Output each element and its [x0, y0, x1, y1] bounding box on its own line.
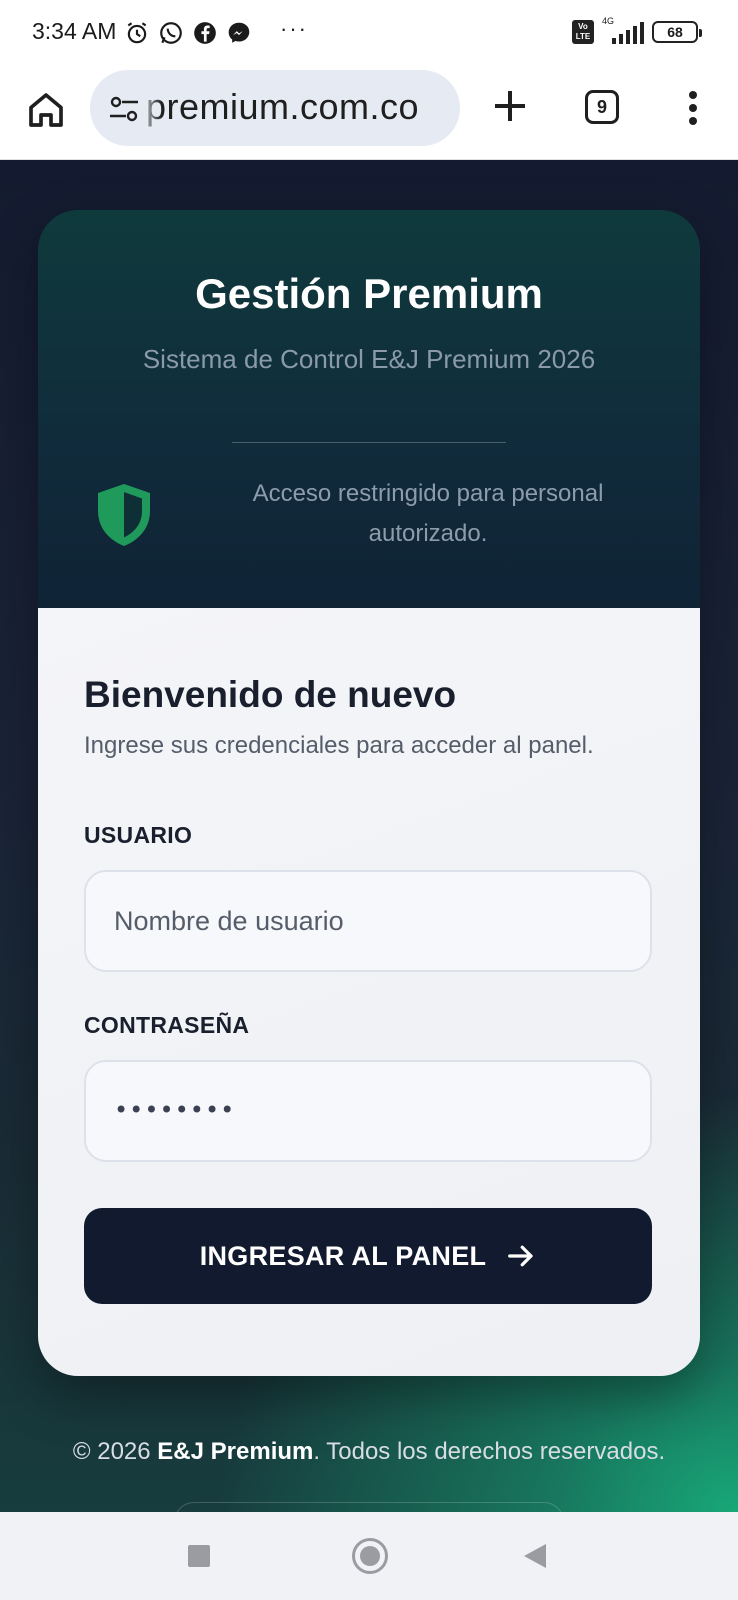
- alarm-icon: [127, 22, 147, 44]
- volte-icon: Vo LTE: [572, 20, 594, 44]
- footer-suffix: . Todos los derechos reservados.: [313, 1438, 666, 1465]
- password-input[interactable]: ••••••••: [84, 1060, 652, 1162]
- footer-brand: E&J Premium: [157, 1438, 314, 1465]
- network-type: 4G: [602, 16, 615, 26]
- login-form: Bienvenido de nuevo Ingrese sus credenci…: [38, 608, 700, 1376]
- more-vert-icon[interactable]: [678, 88, 708, 128]
- more-notifications-icon: ···: [280, 16, 308, 41]
- tabs-icon[interactable]: 9: [585, 90, 619, 124]
- divider: [232, 442, 506, 443]
- back-icon[interactable]: [524, 1544, 546, 1568]
- brand-header: Gestión Premium Sistema de Control E&J P…: [38, 210, 700, 608]
- login-button-label: INGRESAR AL PANEL: [199, 1240, 487, 1271]
- notification-icons: ···: [124, 16, 308, 46]
- messenger-icon: [228, 22, 250, 43]
- brand-title: Gestión Premium: [195, 270, 543, 317]
- whatsapp-icon: [160, 22, 182, 44]
- home-icon[interactable]: [26, 90, 66, 130]
- tab-count: 9: [596, 97, 607, 117]
- address-bar[interactable]: premium.com.co: [90, 70, 460, 146]
- username-input[interactable]: [86, 872, 650, 970]
- status-time: 3:34 AM: [32, 18, 117, 44]
- url-text[interactable]: premium.com.co: [146, 86, 419, 128]
- username-field-wrapper: [84, 870, 652, 972]
- facebook-icon: [194, 22, 216, 44]
- brand-subtitle: Sistema de Control E&J Premium 2026: [142, 344, 596, 374]
- welcome-subheading: Ingrese sus credenciales para acceder al…: [84, 732, 594, 759]
- signal-icon: 4G: [602, 16, 644, 44]
- arrow-right-icon: [508, 1245, 533, 1267]
- status-bar: 3:34 AM ··· Vo LTE 4G 68: [0, 0, 738, 66]
- username-label: USUARIO: [84, 822, 193, 848]
- battery-level: 68: [667, 24, 683, 40]
- login-card: Gestión Premium Sistema de Control E&J P…: [38, 210, 700, 1376]
- home-circle-icon[interactable]: [352, 1538, 388, 1574]
- browser-toolbar: premium.com.co 9: [0, 66, 738, 160]
- page-background: Gestión Premium Sistema de Control E&J P…: [0, 160, 738, 1542]
- site-settings-icon[interactable]: [108, 94, 140, 124]
- system-icons: Vo LTE 4G 68: [572, 16, 702, 44]
- plus-icon[interactable]: [490, 86, 530, 126]
- battery-icon: 68: [652, 21, 702, 43]
- shield-icon: [98, 484, 150, 546]
- system-nav-bar: [0, 1512, 738, 1600]
- footer-copyright: © 2026 E&J Premium. Todos los derechos r…: [0, 1438, 738, 1466]
- password-label: CONTRASEÑA: [84, 1012, 250, 1038]
- password-value: ••••••••: [114, 1096, 236, 1124]
- login-button[interactable]: INGRESAR AL PANEL: [84, 1208, 652, 1304]
- welcome-heading: Bienvenido de nuevo: [84, 674, 457, 715]
- recents-icon[interactable]: [188, 1545, 210, 1567]
- footer-prefix: © 2026: [72, 1438, 158, 1465]
- restricted-notice: Acceso restringido para personal autoriz…: [252, 480, 604, 547]
